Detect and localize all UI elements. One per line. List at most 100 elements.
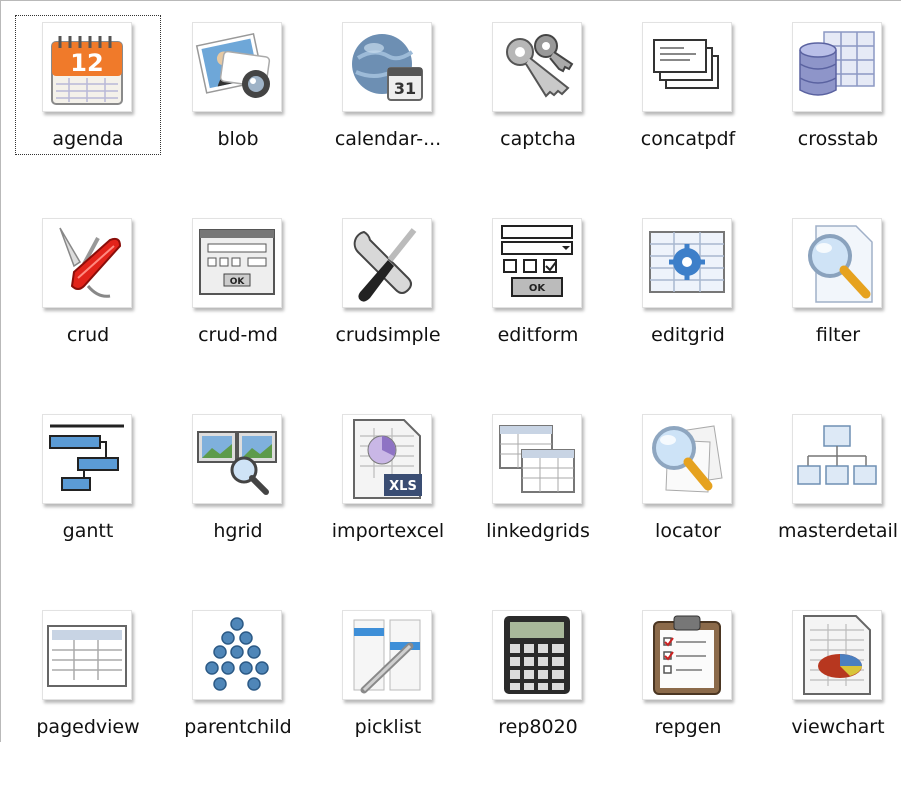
file-item-picklist[interactable]: picklist xyxy=(315,603,461,743)
file-item-label: calendar-... xyxy=(334,128,442,150)
file-item-importexcel[interactable]: XLS importexcel xyxy=(315,407,461,547)
ok-caption: OK xyxy=(529,283,547,294)
thumbnail xyxy=(192,610,284,702)
paged-grid-icon xyxy=(47,625,127,687)
file-item-rep8020[interactable]: rep8020 xyxy=(465,603,611,743)
grid-gear-icon xyxy=(649,231,725,293)
file-icon-view: 12 agenda blob 31 calendar-... captcha co… xyxy=(0,0,901,742)
globe-calendar-icon: 31 xyxy=(352,34,423,101)
calendar-day-number: 12 xyxy=(70,49,103,77)
gantt-bars-icon xyxy=(49,424,124,491)
file-item-label: picklist xyxy=(354,716,422,738)
keys-icon xyxy=(506,34,574,98)
excel-file-icon: XLS xyxy=(353,419,422,499)
thumbnail xyxy=(492,22,584,114)
thumbnail: 12 xyxy=(42,22,134,114)
file-item-label: parentchild xyxy=(184,716,292,738)
file-item-blob[interactable]: blob xyxy=(165,15,311,155)
file-item-label: captcha xyxy=(500,128,576,150)
thumbnail xyxy=(642,218,734,310)
thumbnail xyxy=(792,610,884,702)
calculator-icon xyxy=(504,616,570,694)
file-item-label: editgrid xyxy=(651,324,725,346)
file-item-label: linkedgrids xyxy=(486,520,590,542)
file-item-label: importexcel xyxy=(331,520,445,542)
tree-grid-icon xyxy=(797,425,877,485)
file-item-label: pagedview xyxy=(36,716,140,738)
file-item-label: blob xyxy=(217,128,259,150)
file-item-label: editform xyxy=(497,324,579,346)
file-item-pagedview[interactable]: pagedview xyxy=(15,603,161,743)
file-item-label: crosstab xyxy=(797,128,879,150)
file-item-label: concatpdf xyxy=(640,128,736,150)
file-item-gantt[interactable]: gantt xyxy=(15,407,161,547)
thumbnail xyxy=(492,610,584,702)
file-item-crud-md[interactable]: OK crud-md xyxy=(165,211,311,351)
pie-chart-sheet-icon xyxy=(803,615,871,695)
file-item-editgrid[interactable]: editgrid xyxy=(615,211,761,351)
thumbnail xyxy=(192,414,284,506)
pen-list-icon xyxy=(353,619,421,694)
file-item-label: crud xyxy=(66,324,110,346)
file-item-label: masterdetail xyxy=(777,520,899,542)
file-item-calendar[interactable]: 31 calendar-... xyxy=(315,15,461,155)
file-item-linkedgrids[interactable]: linkedgrids xyxy=(465,407,611,547)
file-item-viewchart[interactable]: viewchart xyxy=(765,603,901,743)
file-item-crudsimple[interactable]: crudsimple xyxy=(315,211,461,351)
linked-grids-icon xyxy=(499,425,575,493)
thumbnail: OK xyxy=(192,218,284,310)
stacked-pages-icon xyxy=(653,39,719,89)
swiss-knife-icon xyxy=(59,227,122,298)
thumbnail: 31 xyxy=(342,22,434,114)
magnifier-papers-icon xyxy=(652,425,723,493)
file-item-crosstab[interactable]: crosstab xyxy=(765,15,901,155)
file-item-hgrid[interactable]: hgrid xyxy=(165,407,311,547)
file-item-captcha[interactable]: captcha xyxy=(465,15,611,155)
file-item-editform[interactable]: OK editform xyxy=(465,211,611,351)
file-item-label: hgrid xyxy=(213,520,263,542)
node-tree-icon xyxy=(205,617,269,691)
file-item-label: crudsimple xyxy=(335,324,441,346)
file-item-concatpdf[interactable]: concatpdf xyxy=(615,15,761,155)
thumbnail xyxy=(642,22,734,114)
xls-badge: XLS xyxy=(389,479,417,494)
magnifier-document-icon xyxy=(808,225,873,303)
file-item-agenda[interactable]: 12 agenda xyxy=(15,15,161,155)
file-item-label: gantt xyxy=(62,520,114,542)
file-item-label: filter xyxy=(815,324,861,346)
thumbnail xyxy=(42,414,134,506)
file-item-label: locator xyxy=(655,520,721,542)
file-item-label: agenda xyxy=(52,128,124,150)
file-item-filter[interactable]: filter xyxy=(765,211,901,351)
file-item-parentchild[interactable]: parentchild xyxy=(165,603,311,743)
file-item-label: rep8020 xyxy=(498,716,578,738)
file-item-locator[interactable]: locator xyxy=(615,407,761,547)
database-table-icon xyxy=(799,31,875,96)
thumbnail xyxy=(492,414,584,506)
edit-form-icon: OK xyxy=(501,225,573,297)
calendar-date-number: 31 xyxy=(394,79,416,98)
thumbnail xyxy=(792,218,884,310)
file-item-masterdetail[interactable]: masterdetail xyxy=(765,407,901,547)
file-item-label: viewchart xyxy=(791,716,885,738)
calendar-page-icon: 12 xyxy=(51,36,123,105)
thumbnail: XLS xyxy=(342,414,434,506)
thumbnail xyxy=(792,22,884,114)
file-item-label: repgen xyxy=(654,716,722,738)
thumbnail xyxy=(42,218,134,310)
wrench-screwdriver-icon xyxy=(353,228,417,302)
thumbnail xyxy=(342,218,434,310)
icon-grid: 12 agenda blob 31 calendar-... captcha co… xyxy=(15,15,901,799)
file-item-crud[interactable]: crud xyxy=(15,211,161,351)
file-item-repgen[interactable]: repgen xyxy=(615,603,761,743)
thumbnail xyxy=(342,610,434,702)
form-window-icon: OK xyxy=(199,229,275,295)
photo-camera-icon xyxy=(195,32,271,98)
image-grid-magnifier-icon xyxy=(197,431,277,495)
ok-caption: OK xyxy=(230,277,246,287)
thumbnail xyxy=(42,610,134,702)
clipboard-checklist-icon xyxy=(653,615,721,695)
thumbnail xyxy=(792,414,884,506)
thumbnail: OK xyxy=(492,218,584,310)
thumbnail xyxy=(642,414,734,506)
